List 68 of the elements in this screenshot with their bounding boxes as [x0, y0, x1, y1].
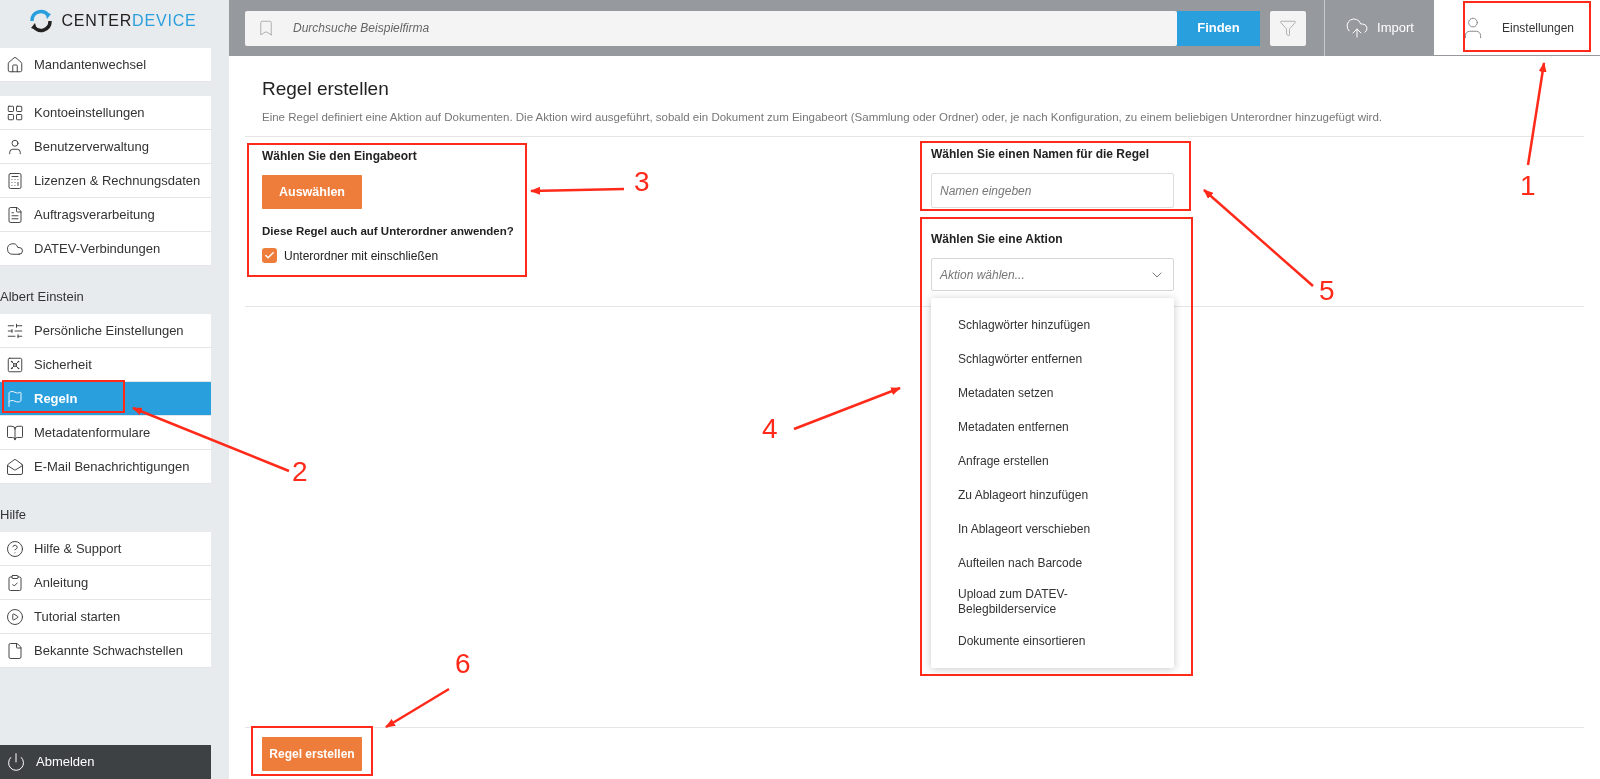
help-icon: [6, 539, 24, 558]
clipboard-icon: [6, 573, 24, 592]
sliders-icon: [6, 321, 24, 340]
sidebar-item[interactable]: E-Mail Benachrichtigungen: [0, 450, 211, 484]
menu-option[interactable]: Dokumente einsortieren: [931, 624, 1174, 659]
annotation-number: 6: [455, 650, 471, 678]
field-label: Wählen Sie eine Aktion: [931, 231, 1064, 249]
annotation-number: 5: [1319, 277, 1335, 305]
sidebar-item[interactable]: Anleitung: [0, 566, 211, 600]
annotation-arrow: [385, 687, 450, 729]
menu-option[interactable]: Schlagwörter entfernen: [931, 342, 1174, 377]
search-field[interactable]: Durchsuche Beispielfirma: [245, 10, 1177, 46]
logo-text: CENTERDEVICE: [61, 11, 197, 31]
envelope-icon: [6, 457, 24, 476]
name-input[interactable]: Namen eingeben: [931, 173, 1174, 209]
sidebar-item[interactable]: Tutorial starten: [0, 600, 211, 634]
filter-button[interactable]: [1270, 10, 1306, 46]
action-dropdown[interactable]: Aktion wählen...: [931, 258, 1174, 292]
annotation-number: 1: [1520, 172, 1536, 200]
menu-option[interactable]: Upload zum DATEV-Belegbilderservice: [931, 580, 1174, 625]
annotation-number: 3: [634, 168, 650, 196]
settings-button[interactable]: Einstellungen: [1434, 0, 1600, 55]
field-label: Wählen Sie den Eingabeort: [262, 148, 418, 166]
sidebar-item[interactable]: Auftragsverarbeitung: [0, 198, 211, 232]
flag-icon: [6, 389, 24, 408]
sidebar-heading: Hilfe: [0, 506, 27, 525]
annotation-number: 2: [292, 458, 308, 486]
annotation-number: 4: [762, 415, 778, 443]
bookmark-icon: [257, 18, 275, 37]
file-icon: [6, 641, 24, 660]
sidebar-item[interactable]: Persönliche Einstellungen: [0, 314, 211, 348]
grid-icon: [6, 103, 24, 122]
menu-option[interactable]: Metadaten setzen: [931, 376, 1174, 411]
safe-icon: [6, 355, 24, 374]
check-icon: [264, 250, 275, 261]
sidebar-item[interactable]: Benutzerverwaltung: [0, 130, 211, 164]
sidebar-item[interactable]: Bekannte Schwachstellen: [0, 634, 211, 668]
sidebar-item[interactable]: Lizenzen & Rechnungsdaten: [0, 164, 211, 198]
sidebar-item[interactable]: Sicherheit: [0, 348, 211, 382]
sidebar-item[interactable]: Metadatenformulare: [0, 416, 211, 450]
document-icon: [6, 205, 24, 224]
sidebar-item[interactable]: Mandantenwechsel: [0, 48, 211, 82]
book-icon: [6, 423, 24, 442]
upload-icon: [1345, 16, 1370, 40]
sidebar-item[interactable]: Kontoeinstellungen: [0, 96, 211, 130]
filter-icon: [1279, 19, 1297, 37]
menu-option[interactable]: Metadaten entfernen: [931, 410, 1174, 445]
page-description: Eine Regel definiert eine Aktion auf Dokumenten. Die Aktion wird ausgeführt, sobald ein Dokument zum Eingabeort (Sammlung oder Ordner) oder, je nach Konfiguration, zu einem beliebigen Unterordner hinzugefügt wird.: [262, 110, 1383, 125]
power-icon: [6, 752, 26, 772]
user-icon: [6, 137, 24, 156]
play-icon: [6, 607, 24, 626]
logo-icon: [27, 8, 54, 34]
field-label: Diese Regel auch auf Unterordner anwenden?: [262, 224, 515, 240]
sidebar-heading: Albert Einstein: [0, 288, 85, 307]
house-icon: [6, 55, 24, 74]
page-title: Regel erstellen: [262, 77, 390, 101]
menu-option[interactable]: Aufteilen nach Barcode: [931, 546, 1174, 581]
menu-option[interactable]: Anfrage erstellen: [931, 444, 1174, 479]
menu-option[interactable]: Zu Ablageort hinzufügen: [931, 478, 1174, 513]
field-label: Wählen Sie einen Namen für die Regel: [931, 146, 1151, 164]
checkbox[interactable]: [262, 248, 277, 263]
logout-button[interactable]: Abmelden: [0, 745, 211, 779]
checkbox-label: Unterordner mit einschließen: [284, 247, 439, 265]
calculator-icon: [6, 171, 24, 190]
menu-option[interactable]: In Ablageort verschieben: [931, 512, 1174, 547]
menu-option[interactable]: Schlagwörter hinzufügen: [931, 308, 1174, 343]
sidebar-item[interactable]: Hilfe & Support: [0, 532, 211, 566]
sidebar-item[interactable]: DATEV-Verbindungen: [0, 232, 211, 266]
